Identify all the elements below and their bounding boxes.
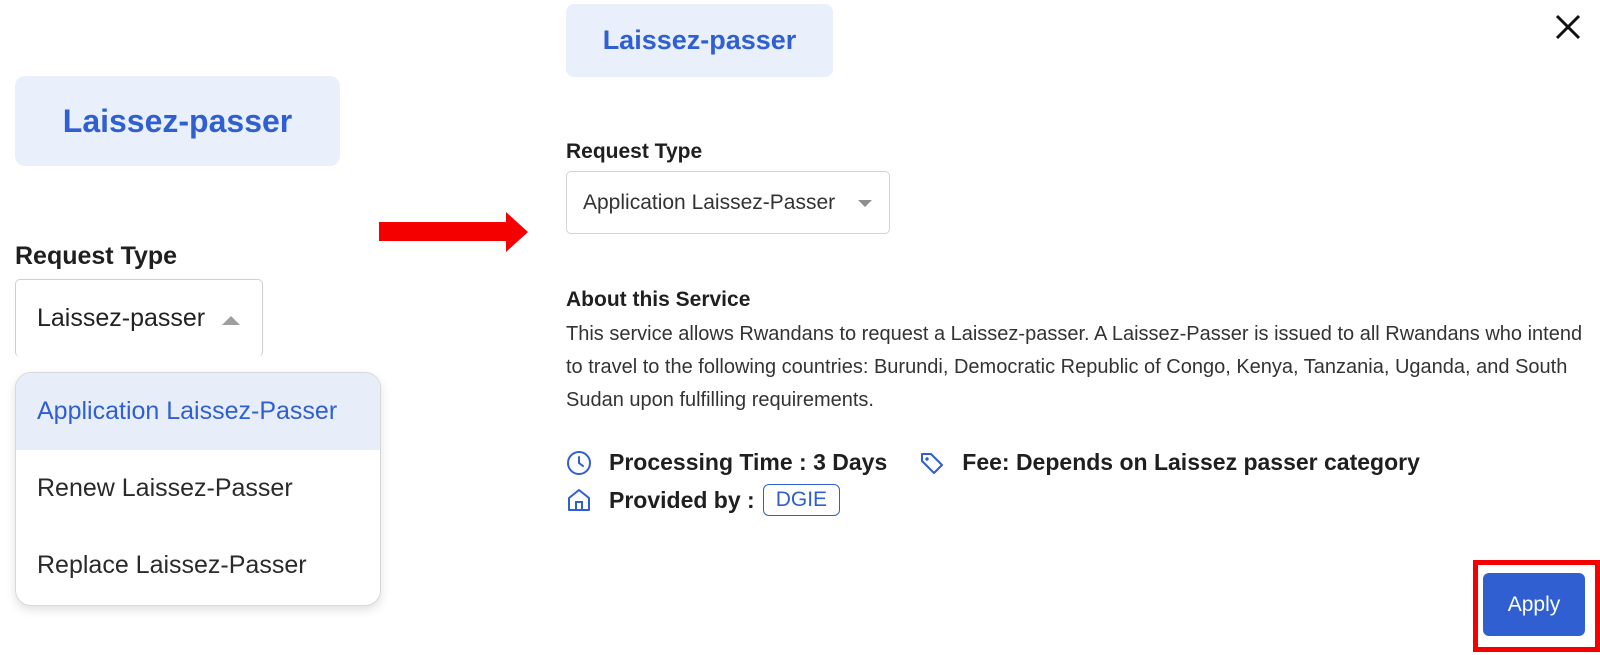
apply-button[interactable]: Apply [1483, 573, 1585, 636]
service-chip-left: Laissez-passer [15, 76, 340, 166]
dropdown-option-renew[interactable]: Renew Laissez-Passer [16, 450, 380, 527]
about-service-text: This service allows Rwandans to request … [566, 323, 1583, 411]
fee-group: Fee: Depends on Laissez passer category [919, 449, 1420, 476]
processing-time: Processing Time : 3 Days [609, 449, 888, 475]
request-type-dropdown: Application Laissez-Passer Renew Laissez… [15, 372, 381, 606]
tag-icon [921, 452, 944, 474]
service-chip-right: Laissez-passer [566, 4, 833, 77]
fee-text: Fee: Depends on Laissez passer category [962, 449, 1420, 475]
caret-down-icon [858, 200, 872, 207]
processing-fee-row: Processing Time : 3 Days Fee: Depends on… [566, 449, 1420, 476]
request-type-label-left: Request Type [15, 242, 178, 270]
close-icon[interactable] [1553, 12, 1583, 42]
caret-up-icon [222, 316, 240, 325]
clock-icon [567, 450, 591, 475]
request-type-select-left[interactable]: Laissez-passer [15, 279, 263, 357]
provider-badge: DGIE [762, 484, 841, 516]
dropdown-option-replace[interactable]: Replace Laissez-Passer [16, 527, 380, 604]
about-service-title: About this Service [566, 288, 751, 311]
request-type-select-left-value: Laissez-passer [37, 304, 206, 332]
home-icon [568, 489, 590, 511]
provider-row: Provided by : DGIE [566, 484, 841, 516]
arrow-right-head [506, 212, 528, 252]
arrow-right-icon [379, 222, 509, 241]
dropdown-option-application[interactable]: Application Laissez-Passer [16, 373, 380, 450]
provided-by-label: Provided by : [609, 486, 755, 513]
service-chip-right-label: Laissez-passer [602, 25, 797, 55]
service-chip-left-label: Laissez-passer [62, 102, 293, 139]
request-type-select-right-value: Application Laissez-Passer [583, 190, 836, 214]
request-type-select-right[interactable]: Application Laissez-Passer [566, 171, 890, 234]
request-type-label-right: Request Type [566, 140, 703, 163]
